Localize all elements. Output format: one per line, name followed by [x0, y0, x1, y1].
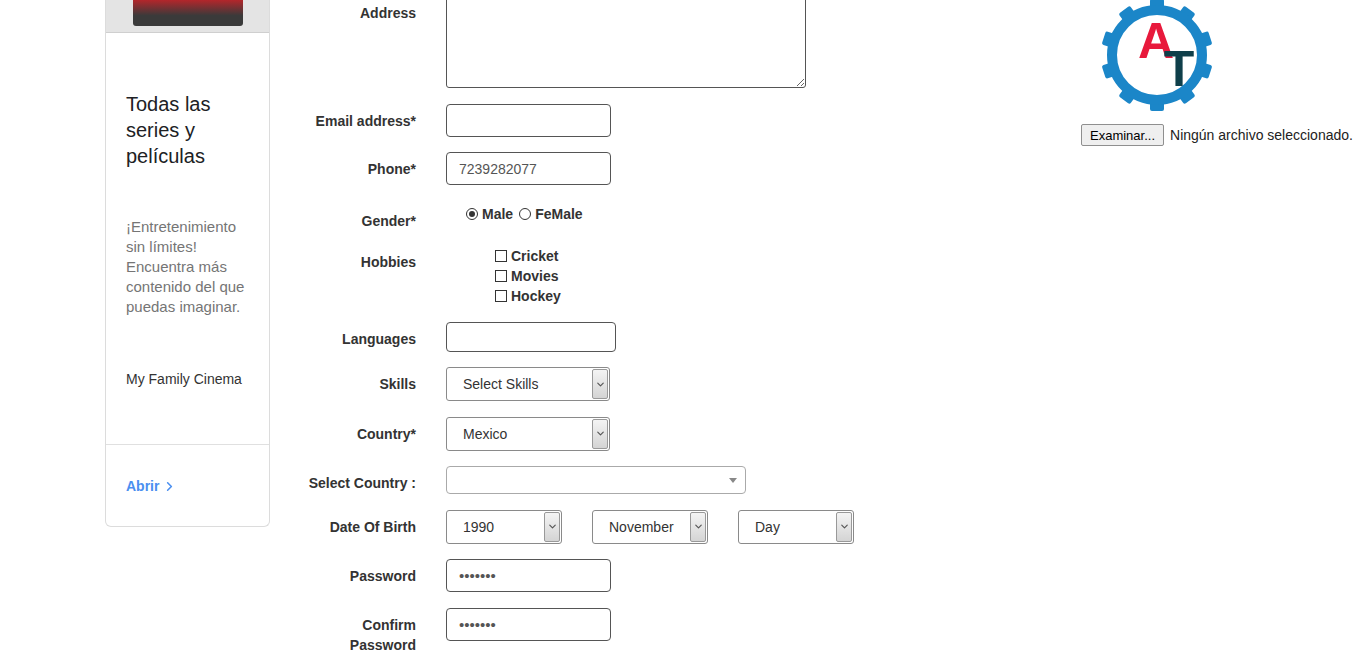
ad-card[interactable]: Todas las series y películas¡Entretenimi…: [105, 0, 270, 527]
radio-button[interactable]: [519, 208, 531, 220]
page: Todas las series y películas¡Entretenimi…: [0, 0, 1366, 654]
text-input[interactable]: [446, 104, 611, 137]
ad-link[interactable]: Abrir: [106, 445, 269, 526]
select-value: Select Skills: [447, 368, 591, 400]
form-row: Select Country :: [300, 466, 1081, 494]
ad-column: Todas las series y películas¡Entretenimi…: [105, 0, 270, 654]
select-value: 1990: [447, 511, 543, 543]
gear-logo-icon: AT: [1098, 0, 1216, 114]
country-combobox[interactable]: [446, 466, 746, 494]
select[interactable]: Select Skills: [446, 367, 610, 401]
form-row: Phone*: [300, 152, 1081, 185]
field-label: Password: [300, 559, 416, 586]
field-label: Confirm Password: [300, 608, 416, 654]
password-input[interactable]: [446, 559, 611, 592]
field-label: Date Of Birth: [300, 510, 416, 537]
chevron-right-icon: [162, 479, 177, 494]
select[interactable]: Day: [738, 510, 854, 544]
dropdown-arrow-icon: [690, 512, 706, 542]
ad-divider: [106, 444, 269, 445]
select[interactable]: 1990: [446, 510, 562, 544]
field-label: Languages: [300, 322, 416, 349]
select-value: Day: [739, 511, 835, 543]
select-value: November: [593, 511, 689, 543]
logo: AT: [1081, 0, 1366, 114]
form-row: Password: [300, 559, 1081, 592]
field-label: Hobbies: [300, 246, 416, 272]
form-row: Email address*: [300, 104, 1081, 137]
checkbox[interactable]: [495, 250, 507, 262]
tv-image: [133, 0, 243, 26]
password-input[interactable]: [446, 608, 611, 641]
text-input[interactable]: [446, 152, 611, 185]
select[interactable]: November: [592, 510, 708, 544]
form-row: Languages: [300, 322, 1081, 352]
ad-image: [106, 0, 269, 33]
ad-title: Todas las series y películas: [106, 33, 269, 169]
ad-body: ¡Entretenimiento sin límites! Encuentra …: [106, 169, 269, 317]
field-label: Gender*: [300, 201, 416, 231]
file-upload: Examinar... Ningún archivo seleccionado.: [1081, 124, 1366, 146]
form-row: Country* Mexico: [300, 417, 1081, 451]
radio-button[interactable]: [466, 208, 478, 220]
select[interactable]: Mexico: [446, 417, 610, 451]
checkbox[interactable]: [495, 270, 507, 282]
form-row: Gender* Male FeMale: [300, 201, 1081, 231]
radio-option[interactable]: Male: [466, 204, 513, 224]
browse-button[interactable]: Examinar...: [1081, 124, 1164, 146]
select-value: Mexico: [447, 418, 591, 450]
field-label: Skills: [300, 367, 416, 394]
field-label: Select Country :: [300, 466, 416, 493]
dropdown-arrow-icon: [836, 512, 852, 542]
dropdown-arrow-icon: [592, 369, 608, 399]
field-label: Country*: [300, 417, 416, 444]
checkbox-group: CricketMoviesHockey: [446, 246, 1081, 306]
checkbox-option[interactable]: Hockey: [495, 286, 1081, 306]
date-of-birth: 1990 November Day: [446, 510, 1081, 544]
radio-group: Male FeMale: [446, 201, 1081, 224]
form-row: Confirm Password: [300, 608, 1081, 654]
form-row: Address: [300, 0, 1081, 88]
dropdown-arrow-icon: [544, 512, 560, 542]
field-label: Phone*: [300, 152, 416, 179]
form-row: Date Of Birth 1990 November Day: [300, 510, 1081, 544]
dropdown-arrow-icon: [592, 419, 608, 449]
photo-column: AT Examinar... Ningún archivo seleccionado…: [1081, 0, 1366, 654]
file-status: Ningún archivo seleccionado.: [1170, 127, 1353, 143]
form-row: Skills Select Skills: [300, 367, 1081, 401]
checkbox-option[interactable]: Cricket: [495, 246, 1081, 266]
field-label: Email address*: [300, 104, 416, 131]
address-textarea[interactable]: [446, 0, 806, 88]
ad-brand: My Family Cinema: [106, 317, 269, 388]
languages-input[interactable]: [446, 322, 616, 352]
checkbox-option[interactable]: Movies: [495, 266, 1081, 286]
radio-option[interactable]: FeMale: [519, 204, 582, 224]
svg-text:T: T: [1164, 41, 1195, 97]
field-label: Address: [300, 0, 416, 23]
checkbox[interactable]: [495, 290, 507, 302]
form-row: Hobbies CricketMoviesHockey: [300, 246, 1081, 306]
caret-icon: [729, 478, 737, 483]
register-form: Address Email address* Phone* Gender* Male Fe…: [270, 0, 1081, 654]
